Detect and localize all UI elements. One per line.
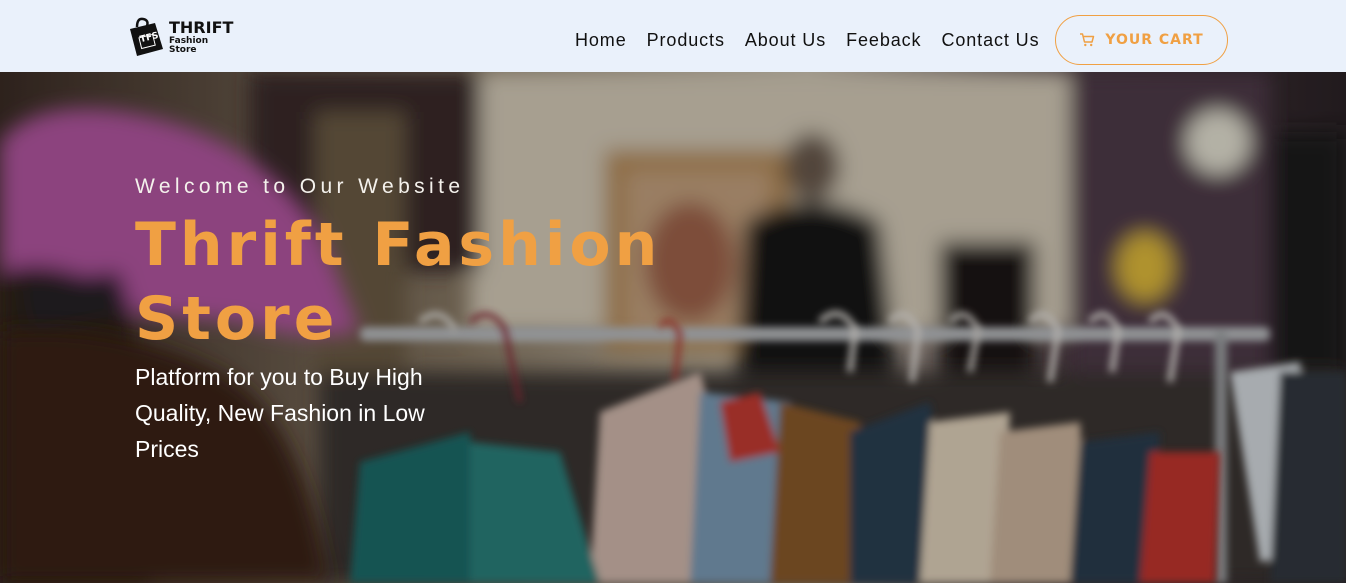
logo-title: THRIFT (169, 17, 234, 37)
your-cart-label: YOUR CART (1105, 32, 1204, 48)
shopping-bag-logo-icon: TFS (123, 15, 167, 59)
main-nav: Home Products About Us Feeback Contact U… (575, 29, 1040, 51)
logo-subtitle: Fashion Store (169, 35, 209, 55)
nav-link-home[interactable]: Home (575, 30, 627, 51)
nav-link-contact-us[interactable]: Contact Us (941, 30, 1039, 51)
hero-welcome-text: Welcome to Our Website (135, 175, 465, 198)
nav-link-products[interactable]: Products (647, 30, 725, 51)
site-header: TFS THRIFT Fashion Store Home Products A… (0, 0, 1346, 72)
shopping-cart-icon (1079, 33, 1095, 47)
logo-text: THRIFT Fashion Store (169, 17, 238, 55)
nav-link-about-us[interactable]: About Us (745, 30, 826, 51)
hero-section: Welcome to Our Website Thrift Fashion St… (0, 72, 1346, 583)
hero-subtitle: Platform for you to Buy High Quality, Ne… (135, 364, 425, 462)
your-cart-button[interactable]: YOUR CART (1055, 15, 1228, 65)
brand-logo[interactable]: TFS THRIFT Fashion Store (123, 16, 238, 58)
nav-link-feedback[interactable]: Feeback (846, 30, 921, 51)
hero-title: Thrift Fashion Store (135, 210, 662, 354)
